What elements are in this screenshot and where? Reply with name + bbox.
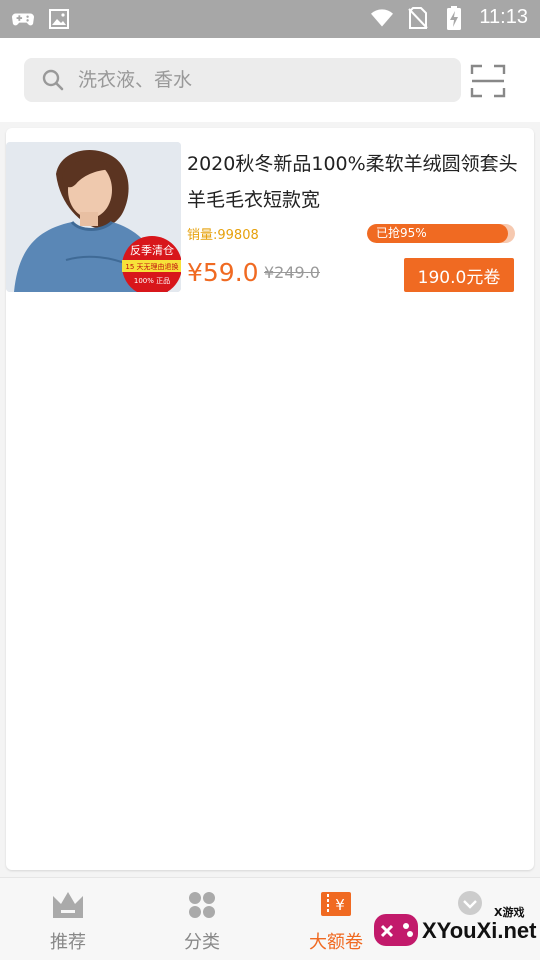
grab-progress-bar: 已抢95%	[367, 224, 515, 243]
badge-line1: 反季清仓	[130, 243, 174, 257]
grid-icon	[185, 890, 219, 920]
scan-icon[interactable]	[470, 64, 506, 98]
product-title[interactable]: 2020秋冬新品100%柔软羊绒圆领套头羊毛毛衣短款宽	[187, 146, 527, 218]
status-bar: 11:13	[0, 0, 540, 38]
nav-label: 推荐	[50, 932, 86, 953]
clock: 11:13	[479, 6, 528, 28]
nav-label: 大额卷	[309, 932, 363, 953]
nav-item-big-coupon[interactable]: ¥ 大额卷	[286, 890, 386, 956]
product-list-card: 反季清仓 15 天无理由退换 100% 正品 2020秋冬新品100%柔软羊绒圆…	[6, 128, 534, 870]
battery-charging-icon	[443, 5, 465, 30]
search-bar[interactable]	[24, 58, 461, 102]
watermark-big-text: XYouXi.net	[422, 918, 537, 943]
search-header	[0, 38, 540, 122]
current-price: ¥59.0	[187, 258, 259, 287]
product-image[interactable]: 反季清仓 15 天无理由退换 100% 正品	[6, 142, 181, 292]
image-icon	[48, 8, 70, 30]
gamepad-icon	[12, 8, 34, 30]
search-icon	[42, 69, 64, 91]
progress-text: 已抢95%	[376, 226, 427, 240]
badge-line2: 15 天无理由退换	[125, 262, 178, 271]
crown-icon	[51, 890, 85, 920]
svg-text:¥: ¥	[335, 896, 345, 914]
nav-item-recommend[interactable]: 推荐	[18, 890, 118, 956]
sales-count: 销量:99808	[187, 228, 259, 243]
site-watermark: X游戏 XYouXi.net	[372, 902, 537, 954]
coupon-button[interactable]: 190.0元卷	[404, 258, 514, 292]
nav-label: 分类	[184, 932, 220, 953]
nav-item-category[interactable]: 分类	[152, 890, 252, 956]
product-item[interactable]: 反季清仓 15 天无理由退换 100% 正品 2020秋冬新品100%柔软羊绒圆…	[6, 142, 534, 294]
coupon-ticket-icon: ¥	[319, 890, 353, 920]
badge-line3: 100% 正品	[134, 277, 170, 285]
original-price: ¥249.0	[264, 263, 320, 282]
search-input[interactable]	[78, 69, 418, 91]
no-sim-icon	[407, 6, 429, 29]
wifi-icon	[371, 7, 394, 29]
